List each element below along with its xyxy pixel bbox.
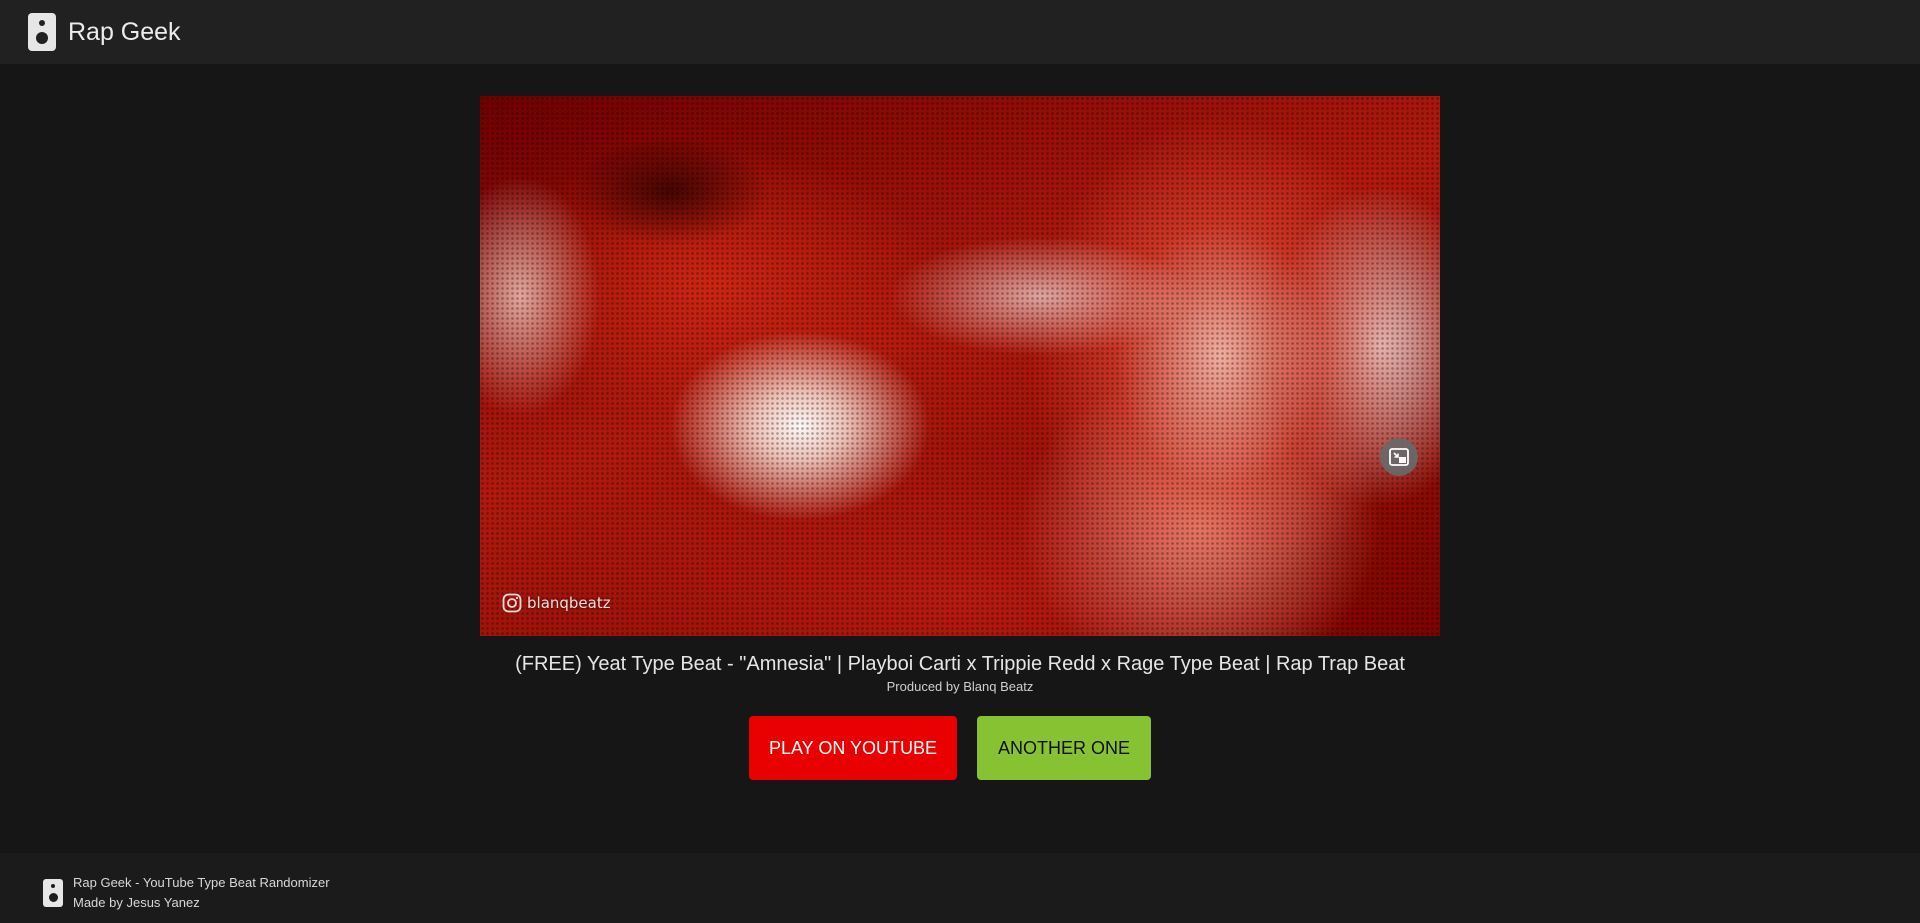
video-frame-texture	[480, 96, 1440, 636]
video-watermark: blanqbeatz	[502, 593, 611, 613]
another-one-button[interactable]: ANOTHER ONE	[977, 716, 1151, 780]
footer-credit: Made by Jesus Yanez	[73, 895, 200, 910]
instagram-icon	[502, 593, 522, 613]
brand-link[interactable]: Rap Geek	[28, 13, 181, 51]
footer-text: Rap Geek - YouTube Type Beat Randomizer …	[73, 873, 330, 913]
picture-in-picture-icon	[1389, 448, 1409, 466]
top-navbar: Rap Geek	[0, 0, 1920, 64]
picture-in-picture-button[interactable]	[1380, 438, 1418, 476]
speaker-icon	[43, 879, 63, 907]
video-player[interactable]: blanqbeatz	[480, 96, 1440, 636]
footer-tagline: Rap Geek - YouTube Type Beat Randomizer	[73, 875, 330, 890]
video-frame-shade	[570, 136, 770, 246]
watermark-text: blanqbeatz	[527, 594, 611, 612]
speaker-icon	[28, 13, 56, 51]
track-producer: Produced by Blanq Beatz	[886, 679, 1034, 694]
footer: Rap Geek - YouTube Type Beat Randomizer …	[0, 853, 1920, 923]
track-title: (FREE) Yeat Type Beat - "Amnesia" | Play…	[515, 653, 1405, 675]
app-name: Rap Geek	[68, 17, 181, 46]
play-on-youtube-button[interactable]: PLAY ON YOUTUBE	[749, 716, 957, 780]
footer-content: Rap Geek - YouTube Type Beat Randomizer …	[43, 873, 330, 913]
